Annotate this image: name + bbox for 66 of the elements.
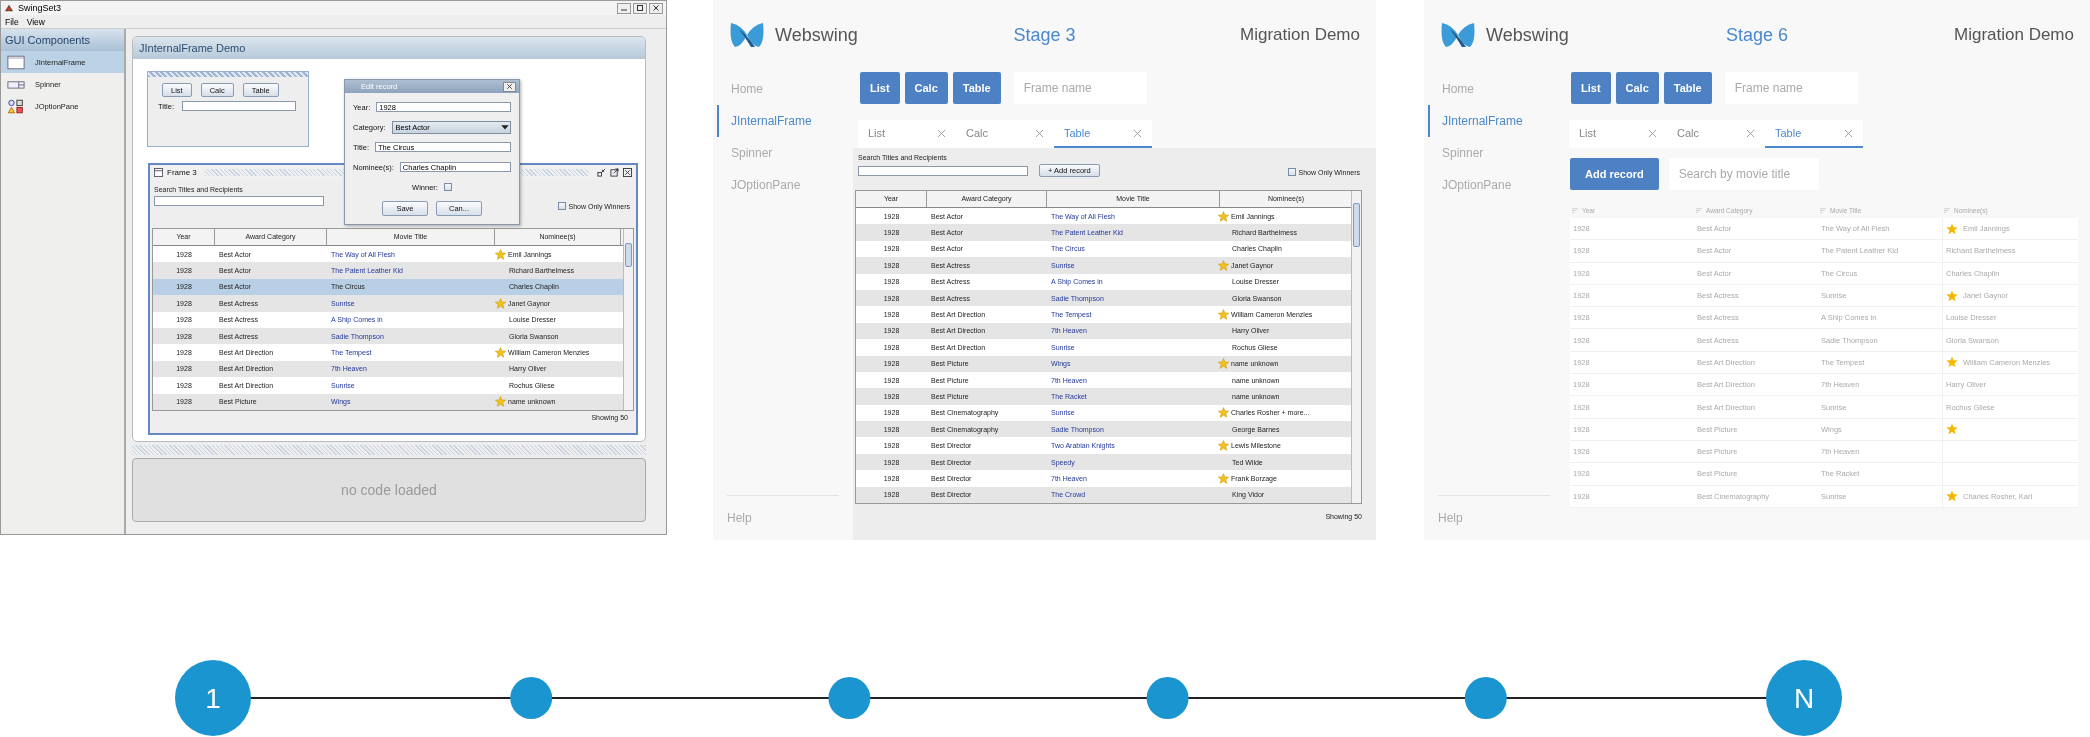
stage-title: Stage 3 <box>1013 24 1076 46</box>
tab[interactable]: Calc <box>1667 120 1765 148</box>
search-field[interactable] <box>858 165 1028 176</box>
maximize-button[interactable] <box>633 2 647 14</box>
window-icon <box>7 54 25 70</box>
checkbox[interactable] <box>1287 168 1296 176</box>
nav-item[interactable]: JInternalFrame <box>1428 105 1564 137</box>
close-icon <box>652 4 660 12</box>
tab[interactable]: List <box>1569 120 1667 148</box>
search-field[interactable]: Search by movie title <box>1668 158 1819 190</box>
app-icon <box>4 3 14 13</box>
sort-icon[interactable] <box>1572 208 1578 213</box>
scrollbar[interactable] <box>1351 191 1361 504</box>
sort-icon[interactable] <box>1696 208 1702 213</box>
tab[interactable]: Table <box>1765 120 1863 148</box>
frame-title-bar[interactable] <box>148 72 308 77</box>
step-dot <box>1146 677 1189 719</box>
status-message: no code loaded <box>341 482 437 498</box>
frame-button[interactable]: Calc <box>1615 72 1659 104</box>
frame-button[interactable]: List <box>1571 72 1611 104</box>
checkbox[interactable] <box>557 202 566 210</box>
frame-button[interactable]: Table <box>1663 72 1712 104</box>
maximize-icon[interactable] <box>610 168 619 177</box>
maximize-icon <box>636 4 644 12</box>
add-record-button[interactable]: Add record <box>1570 158 1659 190</box>
menu-item[interactable]: View <box>26 16 45 27</box>
page-title: Migration Demo <box>1954 25 2074 45</box>
step-marker: N <box>1766 660 1842 736</box>
close-button[interactable] <box>649 2 663 14</box>
dialog-icons-icon <box>7 98 25 114</box>
sort-icon[interactable] <box>1944 208 1950 213</box>
close-icon <box>506 83 513 90</box>
brand-name: Webswing <box>775 24 858 46</box>
frame-name-field[interactable]: Frame name <box>1013 72 1147 104</box>
scrollbar[interactable] <box>623 229 633 410</box>
tab[interactable]: Table <box>1054 120 1152 148</box>
frame-name-field[interactable]: Frame name <box>1724 72 1858 104</box>
sidebar-header: GUI Components <box>1 29 124 51</box>
close-icon[interactable] <box>623 168 632 177</box>
window-icon <box>154 168 163 177</box>
sort-icon[interactable] <box>1820 208 1826 213</box>
logo-icon <box>729 21 765 49</box>
close-button[interactable] <box>503 81 516 92</box>
frame-button[interactable]: List <box>860 72 900 104</box>
nav-item[interactable]: JInternalFrame <box>717 105 853 137</box>
step-dot <box>510 677 553 719</box>
brand-name: Webswing <box>1486 24 1569 46</box>
checkbox[interactable] <box>443 183 452 191</box>
frame-button[interactable]: Table <box>952 72 1001 104</box>
search-field[interactable] <box>154 196 324 206</box>
caret-icon <box>500 122 510 132</box>
page-title: Migration Demo <box>1240 25 1360 45</box>
logo-icon <box>1440 21 1476 49</box>
tab[interactable]: Calc <box>956 120 1054 148</box>
step-marker: 1 <box>175 660 251 736</box>
step-dot <box>1464 677 1507 719</box>
step-dot <box>828 677 871 719</box>
frame-button[interactable]: Calc <box>904 72 948 104</box>
window-title: SwingSet3 <box>18 3 62 13</box>
frame-title: Frame 3 <box>167 168 197 177</box>
stage-title: Stage 6 <box>1725 24 1789 46</box>
title-field[interactable] <box>182 101 296 111</box>
minimize-icon[interactable] <box>597 168 606 177</box>
tab[interactable]: List <box>858 120 956 148</box>
menu-item[interactable]: File <box>5 16 19 27</box>
panel-header: JInternalFrame Demo <box>133 37 645 59</box>
